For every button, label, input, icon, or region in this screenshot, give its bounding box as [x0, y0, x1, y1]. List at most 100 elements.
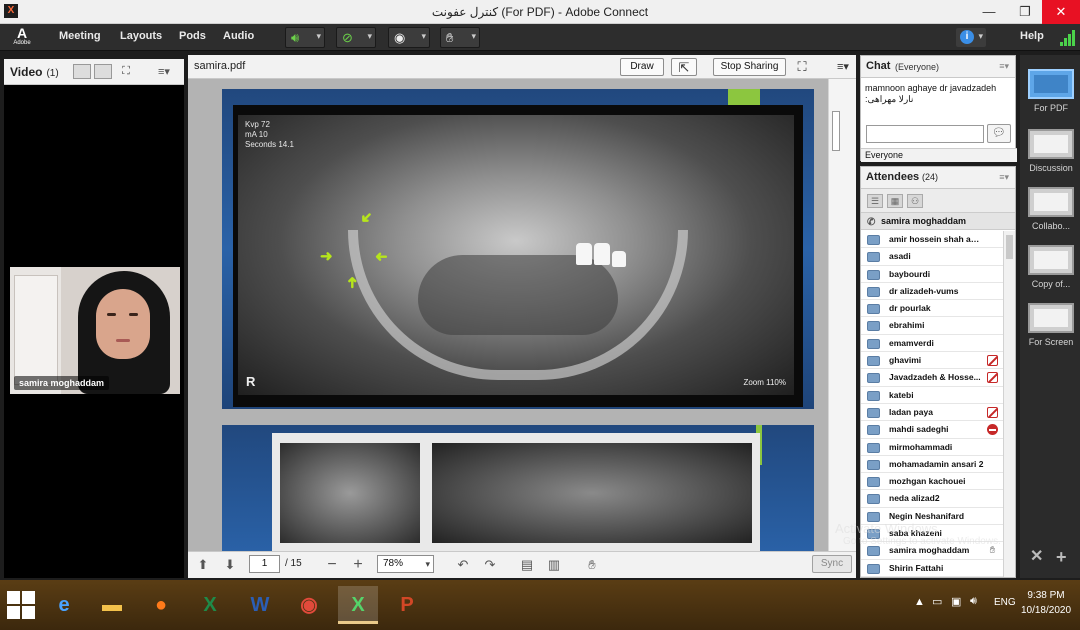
pod-menu-icon[interactable]: ≡▾ [999, 172, 1009, 183]
hand-tool-icon[interactable]: ✋︎ [582, 556, 602, 574]
raise-hand-button[interactable]: ✋︎ ▾ [440, 27, 480, 48]
attendee-row[interactable]: katebi [861, 387, 1004, 404]
arrow-marker-icon: ➜ [343, 276, 361, 289]
pod-menu-icon[interactable]: ≡▾ [834, 58, 852, 76]
pointer-tool-icon[interactable]: ⇱ [671, 58, 697, 76]
pod-menu-icon[interactable]: ≡▾ [158, 65, 170, 78]
input-language[interactable]: ENG [994, 597, 1016, 630]
volume-icon[interactable]: 🔊︎ [970, 595, 977, 630]
chat-recipient-selector[interactable]: Everyone [861, 148, 1017, 162]
attendee-row[interactable]: ebrahimi [861, 317, 1004, 335]
maximize-button[interactable]: ❐ [1008, 0, 1042, 24]
menu-meeting[interactable]: Meeting [59, 30, 101, 42]
single-view-button[interactable] [94, 64, 112, 79]
firefox-icon[interactable]: ● [141, 586, 181, 624]
page-number-input[interactable]: 1 [249, 555, 280, 573]
stop-sharing-button[interactable]: Stop Sharing [713, 58, 786, 76]
menu-layouts[interactable]: Layouts [120, 30, 162, 42]
layouts-bar: For PDF Discussion Collabo... Copy of...… [1020, 55, 1080, 578]
attendee-row[interactable]: baybourdi [861, 266, 1004, 283]
zoom-select[interactable]: 78% ▾ [377, 555, 434, 573]
sync-button[interactable]: Sync [812, 555, 852, 573]
layout-for-screen[interactable]: For Screen [1024, 303, 1078, 347]
microphone-muted-icon: ⊘ [342, 30, 353, 45]
attendee-row[interactable]: emamverdi [861, 335, 1004, 353]
attendee-row[interactable]: amir hossein shah abadi [861, 231, 1004, 249]
attendees-pod: Attendees (24) ≡▾ ☰ ▦ ⚇ ✆ samira moghadd… [860, 166, 1016, 578]
attendee-row[interactable]: ladan paya [861, 404, 1004, 422]
taskbar-clock[interactable]: 9:38 PM 10/18/2020 [1015, 588, 1077, 618]
scrollbar-thumb[interactable] [1006, 235, 1013, 259]
chat-input[interactable] [866, 125, 984, 143]
grid-view-icon[interactable]: ▦ [887, 194, 903, 208]
attendee-row[interactable]: ghavimi [861, 352, 1004, 370]
attendee-row[interactable]: Shirin Fattahi [861, 560, 1004, 577]
menu-audio[interactable]: Audio [223, 30, 254, 42]
chrome-icon[interactable]: ◉ [289, 586, 329, 624]
layout-collaboration[interactable]: Collabo... [1024, 187, 1078, 231]
fullscreen-icon[interactable]: ⛶ [118, 64, 134, 79]
video-pod-title-text: Video [10, 65, 43, 79]
close-button[interactable]: ✕ [1042, 0, 1080, 24]
attendee-row[interactable]: Javadzadeh & Hosse... [861, 369, 1004, 387]
current-user-row[interactable]: ✆ samira moghaddam [861, 213, 1015, 230]
rotate-left-icon[interactable]: ↶ [453, 556, 473, 574]
attendee-scrollbar[interactable] [1003, 231, 1015, 577]
fullscreen-icon[interactable]: ⛶ [793, 58, 811, 76]
participant-mouth [116, 339, 130, 342]
layout-copy[interactable]: Copy of... [1024, 245, 1078, 289]
previous-page-icon[interactable]: ⬆ [193, 556, 213, 574]
adobe-connect-icon[interactable]: X [338, 586, 378, 624]
attendee-row[interactable]: asadi [861, 248, 1004, 266]
attendee-row[interactable]: neda alizad2 [861, 490, 1004, 508]
document-scrollbar[interactable] [828, 79, 856, 551]
word-icon[interactable]: W [240, 586, 280, 624]
start-button[interactable] [6, 590, 36, 620]
list-view-icon[interactable]: ☰ [867, 194, 883, 208]
layout-thumbnail [1028, 69, 1074, 99]
powerpoint-icon[interactable]: P [387, 586, 427, 624]
webcam-button[interactable]: ◉ ▾ [388, 27, 430, 48]
chevron-down-icon: ▾ [421, 31, 426, 41]
tray-app-icon[interactable]: ▣ [951, 595, 961, 630]
minimize-button[interactable]: — [972, 0, 1006, 24]
menu-pods[interactable]: Pods [179, 30, 206, 42]
attendee-row[interactable]: mozhgan kachouei [861, 473, 1004, 491]
attendee-row[interactable]: mohamadamin ansari 2 [861, 456, 1004, 474]
internet-explorer-icon[interactable]: e [44, 586, 84, 624]
next-page-icon[interactable]: ⬇ [220, 556, 240, 574]
network-icon[interactable]: ▭ [932, 595, 942, 630]
add-layout-icon[interactable]: + [1056, 547, 1067, 568]
attendee-row[interactable]: dr pourlak [861, 300, 1004, 318]
document-viewer[interactable]: Kvp 72 mA 10 Seconds 14.1 ➜ ➜ ➜ ➜ R Zoom… [188, 79, 828, 551]
microphone-button[interactable]: ⊘ ▾ [336, 27, 376, 48]
layout-label: Collabo... [1031, 221, 1071, 231]
scrollbar-thumb[interactable] [832, 111, 840, 151]
draw-button[interactable]: Draw [620, 58, 664, 76]
xray-tooth [594, 243, 610, 265]
participant-face [96, 289, 150, 359]
raise-hand-icon: ✋︎ [446, 30, 454, 45]
fit-width-icon[interactable]: ▥ [544, 556, 564, 574]
speaker-button[interactable]: 🔊︎ ▾ [285, 27, 325, 48]
rotate-right-icon[interactable]: ↷ [480, 556, 500, 574]
pod-menu-icon[interactable]: ≡▾ [999, 61, 1009, 72]
layout-for-pdf[interactable]: For PDF [1024, 69, 1078, 113]
zoom-in-icon[interactable]: + [348, 556, 368, 574]
attendee-row[interactable]: dr alizadeh-vums [861, 283, 1004, 301]
pdf-page [222, 425, 814, 551]
zoom-out-icon[interactable]: − [322, 556, 342, 574]
role-view-icon[interactable]: ⚇ [907, 194, 923, 208]
tray-overflow-icon[interactable]: ▲ [914, 596, 925, 630]
menu-help[interactable]: Help [1020, 30, 1044, 42]
layout-discussion[interactable]: Discussion [1024, 129, 1078, 173]
fit-page-icon[interactable]: ▤ [517, 556, 537, 574]
send-message-button[interactable]: 💬︎ [987, 124, 1011, 143]
excel-icon[interactable]: X [190, 586, 230, 624]
attendee-row[interactable]: mirmohammadi [861, 439, 1004, 456]
file-explorer-icon[interactable]: ▬ [92, 586, 132, 624]
attendee-row[interactable]: mahdi sadeghi [861, 421, 1004, 439]
close-layouts-icon[interactable]: ✕ [1030, 546, 1043, 566]
info-button[interactable]: i ▾ [956, 28, 986, 47]
filmstrip-view-button[interactable] [73, 64, 91, 79]
